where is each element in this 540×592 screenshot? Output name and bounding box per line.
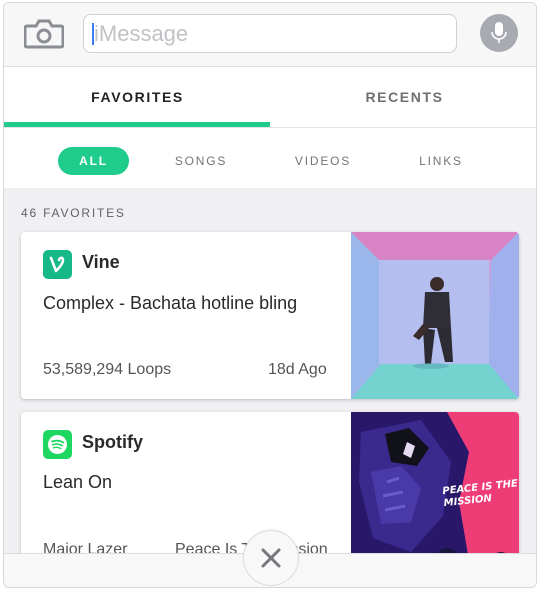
close-button[interactable] — [243, 530, 299, 586]
loop-count: 53,589,294 Loops — [43, 361, 172, 378]
camera-button[interactable] — [23, 17, 65, 49]
imessage-app-drawer: FAVORITES RECENTS ALL SONGS VIDEOS LINKS… — [3, 2, 537, 588]
text-caret — [92, 23, 94, 45]
tab-recents[interactable]: RECENTS — [271, 67, 536, 128]
microphone-button[interactable] — [480, 14, 518, 52]
item-age: 18d Ago — [268, 361, 327, 378]
filter-all[interactable]: ALL — [58, 147, 129, 175]
favorites-list: 46 FAVORITES Vine Complex - Bachata hotl… — [4, 189, 536, 587]
vine-icon — [43, 250, 72, 279]
camera-icon — [23, 19, 65, 49]
spotify-icon — [43, 430, 72, 459]
microphone-icon — [491, 22, 507, 43]
item-title: Complex - Bachata hotline bling — [43, 293, 298, 313]
filter-videos[interactable]: VIDEOS — [284, 147, 362, 175]
item-title: Lean On — [43, 472, 113, 492]
app-name: Spotify — [82, 432, 143, 452]
list-item-vine[interactable]: Vine Complex - Bachata hotline bling 53,… — [21, 232, 519, 399]
close-icon — [261, 548, 281, 568]
filter-songs[interactable]: SONGS — [164, 147, 238, 175]
message-compose-bar — [4, 3, 536, 67]
main-tabs: FAVORITES RECENTS — [4, 67, 536, 128]
favorites-count: 46 FAVORITES — [21, 206, 126, 220]
active-tab-indicator — [4, 122, 270, 127]
imessage-input[interactable] — [83, 14, 457, 53]
filter-chips: ALL SONGS VIDEOS LINKS — [4, 129, 536, 189]
app-name: Vine — [82, 252, 120, 272]
tab-favorites[interactable]: FAVORITES — [4, 67, 271, 128]
video-thumbnail — [351, 232, 519, 399]
filter-links[interactable]: LINKS — [409, 147, 473, 175]
